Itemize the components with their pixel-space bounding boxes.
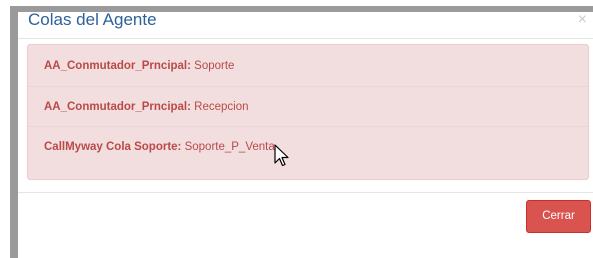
queue-value: Recepcion xyxy=(190,101,249,113)
queue-name: CallMyway Cola Soporte: xyxy=(44,141,182,153)
queue-item: CallMyway Cola Soporte: Soporte_P_Venta xyxy=(28,126,588,166)
queue-value: Soporte_P_Venta xyxy=(181,141,275,153)
modal-title: Colas del Agente xyxy=(28,10,157,29)
close-icon[interactable]: × xyxy=(578,12,587,28)
close-button[interactable]: Cerrar xyxy=(526,200,591,233)
overlay-edge-left xyxy=(10,8,18,258)
agent-queues-modal: Colas del Agente × AA_Conmutador_Prncipa… xyxy=(18,10,593,258)
header-divider xyxy=(18,38,593,39)
queue-list-panel: AA_Conmutador_Prncipal: Soporte AA_Conmu… xyxy=(27,44,589,180)
queue-item: AA_Conmutador_Prncipal: Soporte xyxy=(28,46,588,86)
queue-name: AA_Conmutador_Prncipal: xyxy=(44,101,191,113)
mouse-pointer-icon xyxy=(274,144,289,167)
queue-item: AA_Conmutador_Prncipal: Recepcion xyxy=(28,86,588,126)
queue-name: AA_Conmutador_Prncipal: xyxy=(44,60,191,72)
footer-divider xyxy=(18,192,593,193)
queue-value: Soporte xyxy=(190,60,235,72)
